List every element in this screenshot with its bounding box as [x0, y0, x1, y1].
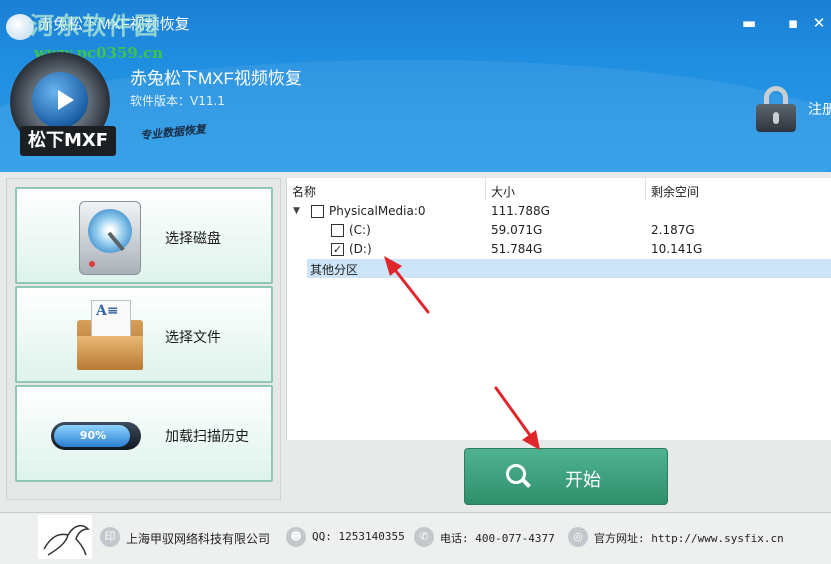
logo-label: 松下MXF [20, 126, 116, 156]
phone-icon: ✆ [414, 527, 434, 547]
row-name: 其他分区 [310, 263, 359, 277]
table-row-selected[interactable]: 其他分区 [307, 259, 831, 278]
checkbox[interactable] [331, 224, 344, 237]
play-icon [58, 90, 74, 110]
row-name: PhysicalMedia:0 [329, 204, 426, 218]
select-disk-label: 选择磁盘 [165, 231, 221, 247]
start-button[interactable]: 开始 [464, 448, 668, 505]
lock-icon[interactable] [756, 86, 796, 132]
qq-number: QQ: 1253140355 [312, 530, 405, 543]
row-free: 2.187G [651, 223, 695, 237]
checkbox[interactable] [311, 205, 324, 218]
globe-icon: ◎ [568, 527, 588, 547]
footer: 印 上海甲驭网络科技有限公司 ☻ QQ: 1253140355 ✆ 电话: 40… [0, 512, 831, 564]
company-icon: 印 [100, 527, 120, 547]
table-row[interactable]: ✓ (D:) 51.784G 10.141G [287, 240, 831, 259]
phone-number: 电话: 400-077-4377 [440, 532, 555, 545]
maximize-button[interactable]: ▪ [784, 14, 802, 32]
folder-icon: A≡ [77, 300, 143, 370]
table-row[interactable]: ▼ PhysicalMedia:0 111.788G [287, 202, 831, 221]
document-icon: A≡ [96, 303, 119, 319]
minimize-button[interactable]: ▬ [740, 14, 758, 32]
column-header-size[interactable]: 大小 [491, 183, 515, 200]
column-header-name[interactable]: 名称 [292, 183, 316, 200]
row-size: 59.071G [491, 223, 543, 237]
close-button[interactable]: ✕ [810, 14, 828, 32]
qq-icon: ☻ [286, 527, 306, 547]
website[interactable]: 官方网址: http://www.sysfix.cn [594, 530, 784, 546]
title-bar[interactable]: 赤兔松下MXF视频恢复 河东软件园 www.pc0359.cn ▬ ▪ ✕ [0, 0, 831, 62]
progress-icon: 90% [51, 422, 141, 450]
horse-icon [43, 524, 90, 556]
company-logo [38, 515, 92, 559]
checkbox-checked[interactable]: ✓ [331, 243, 344, 256]
company-name: 上海甲驭网络科技有限公司 [126, 532, 271, 546]
expand-icon[interactable]: ▼ [293, 206, 300, 216]
row-name: (C:) [349, 223, 371, 237]
select-file-label: 选择文件 [165, 330, 221, 346]
row-free: 10.141G [651, 242, 703, 256]
watermark-site-name: 河东软件园 [30, 11, 160, 40]
app-version: 软件版本：V11.1 [130, 94, 225, 108]
search-icon [506, 464, 531, 488]
hard-disk-icon [79, 201, 141, 275]
row-name: (D:) [349, 242, 372, 256]
select-file-button[interactable]: A≡ 选择文件 [15, 286, 273, 383]
register-link[interactable]: 注册 [808, 99, 831, 119]
load-scan-history-label: 加载扫描历史 [165, 429, 249, 445]
row-size: 111.788G [491, 204, 550, 218]
column-header-free[interactable]: 剩余空间 [651, 183, 699, 200]
select-disk-button[interactable]: 选择磁盘 [15, 187, 273, 284]
disk-table: 名称 大小 剩余空间 ▼ PhysicalMedia:0 111.788G (C… [286, 178, 831, 440]
header-banner: 赤兔松下MXF视频恢复 河东软件园 www.pc0359.cn ▬ ▪ ✕ 松下… [0, 0, 831, 172]
app-window: 赤兔松下MXF视频恢复 河东软件园 www.pc0359.cn ▬ ▪ ✕ 松下… [0, 0, 831, 564]
app-name: 赤兔松下MXF视频恢复 [130, 69, 302, 88]
app-logo: 松下MXF [10, 52, 116, 160]
table-row[interactable]: (C:) 59.071G 2.187G [287, 221, 831, 240]
row-size: 51.784G [491, 242, 543, 256]
sidebar: 选择磁盘 A≡ 选择文件 90% 加载扫描历史 [6, 178, 281, 500]
load-scan-history-button[interactable]: 90% 加载扫描历史 [15, 385, 273, 482]
start-button-label: 开始 [565, 470, 601, 491]
progress-text: 90% [79, 429, 107, 442]
